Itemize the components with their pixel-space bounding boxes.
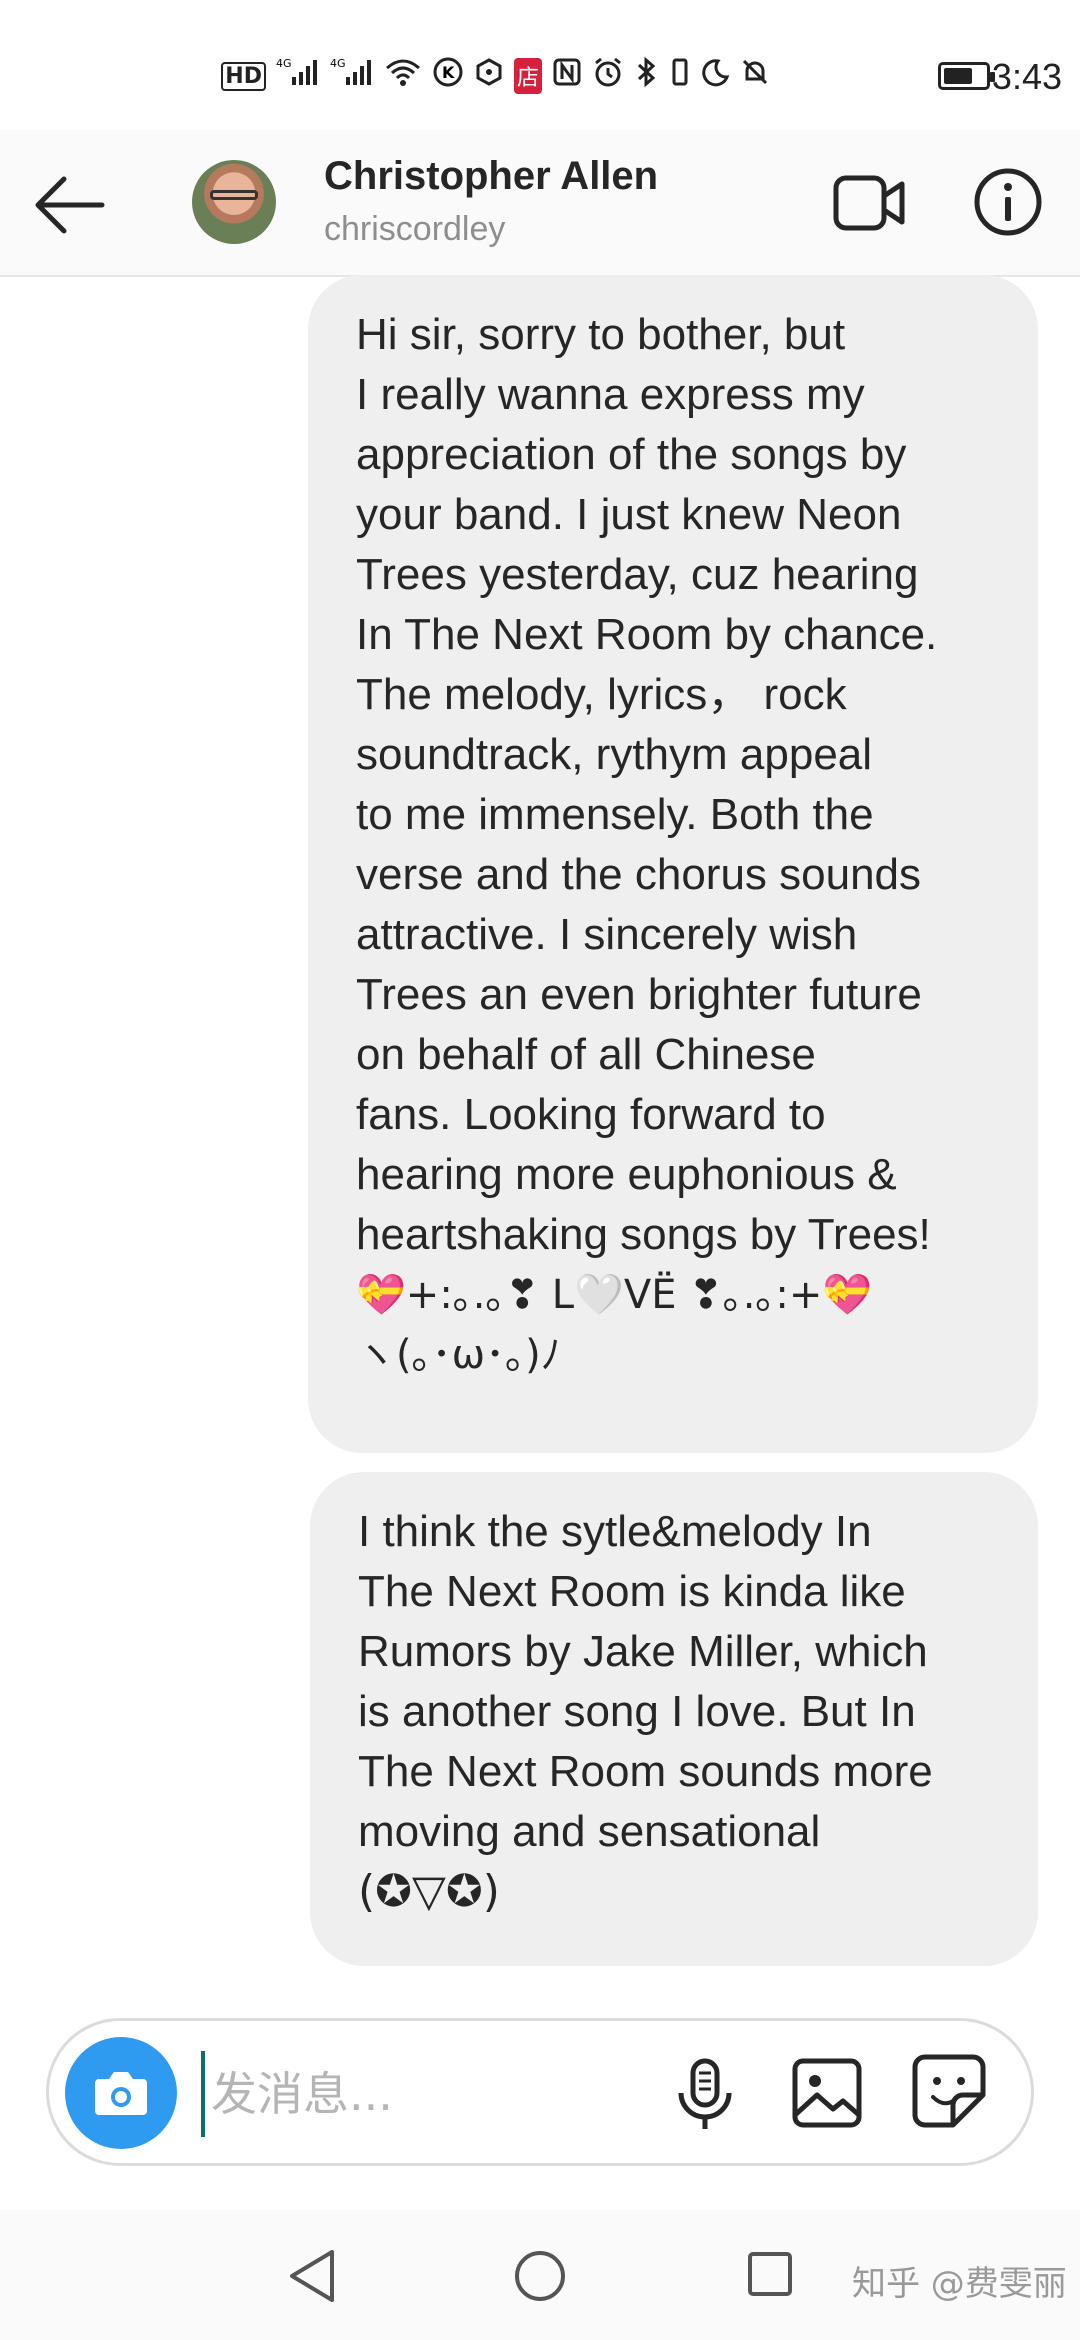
back-button[interactable] [30,170,110,240]
sticker-icon [912,2054,986,2128]
nav-recents-button[interactable] [746,2250,794,2298]
message-line: to me immensely. Both the [356,790,874,839]
microphone-icon [678,2058,732,2129]
gallery-button[interactable] [791,2057,863,2129]
status-bar: HD 4G 4G K 店 3:43 [0,0,1080,130]
sticker-button[interactable] [911,2053,987,2129]
nfc-icon [552,57,582,95]
hd-icon: HD [221,61,266,91]
message-line: fans. Looking forward to [356,1090,826,1139]
vibrate-icon [670,56,690,96]
camera-button[interactable] [65,2037,177,2149]
moon-icon [700,57,730,95]
message-line: Rumors by Jake Miller, which [358,1627,928,1676]
status-icons: HD 4G 4G K 店 [221,56,770,96]
message-line: I really wanna express my [356,370,865,419]
message-line: on behalf of all Chinese [356,1030,816,1079]
video-camera-icon [833,175,905,231]
svg-text:4G: 4G [330,57,346,70]
hexagon-icon [474,57,504,95]
message-composer [46,2018,1034,2166]
message-line: (✪▽✪) [358,1866,500,1917]
message-line: In The Next Room by chance. [356,610,938,659]
avatar[interactable] [192,160,276,244]
message-line: The Next Room sounds more [358,1747,933,1796]
store-icon: 店 [513,58,542,94]
message-line: Trees an even brighter future [356,970,922,1019]
arrow-left-icon [35,176,105,234]
battery-icon [938,62,995,90]
message-line: The melody, lyrics， rock [356,670,847,719]
message-line: ヽ(｡･ω･｡)ﾉ [356,1332,561,1378]
triangle-back-icon [290,2250,334,2302]
system-nav-bar: 知乎 @费雯丽 [0,2210,1080,2340]
message-line: 💝+:｡.｡❣ L🤍VË ❣｡.｡:+💝 [356,1272,873,1318]
svg-text:K: K [442,63,455,82]
bluetooth-icon [634,56,660,96]
contact-name[interactable]: Christopher Allen [324,154,658,199]
signal-icon: 4G [330,57,374,95]
alarm-icon [592,56,624,96]
chat-header: Christopher Allen chriscordley [0,130,1080,277]
message-line: Trees yesterday, cuz hearing [356,550,919,599]
camera-icon [95,2072,147,2115]
status-time: 3:43 [991,56,1062,97]
message-line: attractive. I sincerely wish [356,910,858,959]
image-icon [792,2058,862,2128]
bell-off-icon [740,57,770,95]
microphone-button[interactable] [671,2057,739,2133]
message-bubble[interactable]: Hi sir, sorry to bother, but I really wa… [308,275,1038,1453]
svg-text:4G: 4G [276,57,292,70]
message-input[interactable] [201,2051,713,2137]
wifi-icon [384,57,422,95]
k-circle-icon: K [432,56,464,96]
message-line: The Next Room is kinda like [358,1567,906,1616]
message-line: heartshaking songs by Trees! [356,1210,931,1259]
info-icon [974,168,1042,236]
nav-back-button[interactable] [284,2246,340,2306]
message-line: moving and sensational [358,1807,821,1856]
video-call-button[interactable] [832,172,908,234]
message-bubble[interactable]: I think the sytle&melody In The Next Roo… [310,1472,1038,1966]
message-line: soundtrack, rythym appeal [356,730,873,779]
signal-icon: 4G [276,57,320,95]
message-line: your band. I just knew Neon [356,490,902,539]
info-button[interactable] [972,166,1044,238]
message-line: appreciation of the songs by [356,430,907,479]
message-line: verse and the chorus sounds [356,850,922,899]
square-recents-icon [748,2252,792,2296]
watermark: 知乎 @费雯丽 [852,2264,1067,2304]
message-line: I think the sytle&melody In [358,1507,872,1556]
message-line: is another song I love. But In [358,1687,916,1736]
message-line: hearing more euphonious & [356,1150,897,1199]
nav-home-button[interactable] [512,2248,568,2304]
contact-username[interactable]: chriscordley [324,210,505,249]
message-line: Hi sir, sorry to bother, but [356,310,846,359]
circle-home-icon [515,2251,565,2301]
